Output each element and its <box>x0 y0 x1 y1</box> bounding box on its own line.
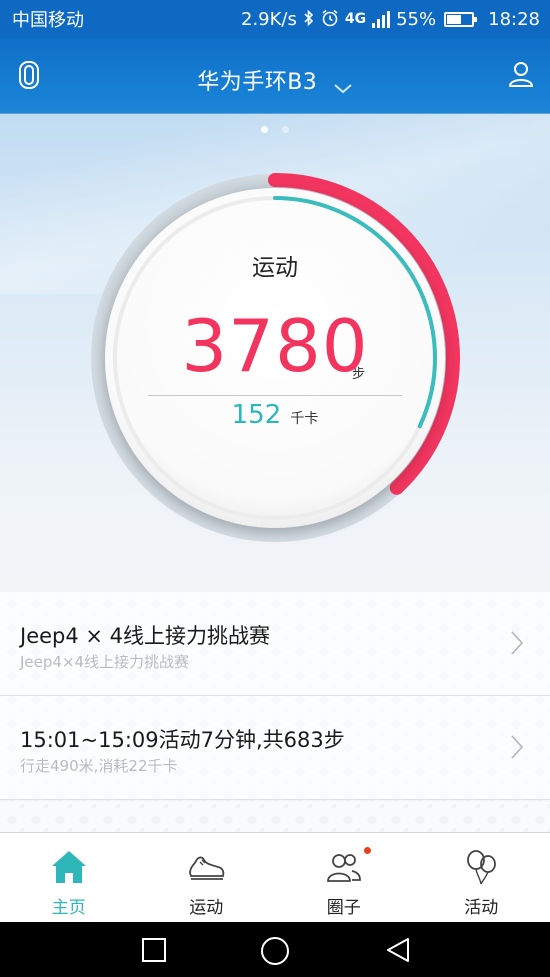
activity-summary[interactable]: 运动 3780 步 152 千卡 <box>0 114 550 592</box>
steps-unit: 步 <box>352 367 366 382</box>
list-item-activity[interactable]: 15:01~15:09活动7分钟,共683步 行走490米,消耗22千卡 <box>0 696 550 800</box>
bottom-nav: 主页 运动 圈子 活动 <box>0 832 550 922</box>
gauge-divider <box>148 395 402 396</box>
alarm-icon <box>321 9 339 30</box>
carrier-label: 中国移动 <box>12 10 84 31</box>
nav-item-events[interactable]: 活动 <box>413 833 550 922</box>
feed-list: Jeep4 × 4线上接力挑战赛 Jeep4×4线上接力挑战赛 15:01~15… <box>0 592 550 832</box>
list-item-partial[interactable] <box>0 802 550 832</box>
calorie-readout: 152 千卡 <box>0 402 550 428</box>
chevron-right-icon <box>510 734 524 760</box>
app-header: 华为手环B3 <box>0 38 550 114</box>
list-item-title: Jeep4 × 4线上接力挑战赛 <box>20 624 271 648</box>
calorie-unit: 千卡 <box>290 411 319 427</box>
list-item-subtitle: 行走490米,消耗22千卡 <box>20 757 178 775</box>
steps-value: 3780 <box>181 304 369 388</box>
balloons-icon <box>461 847 501 887</box>
people-icon <box>324 847 364 887</box>
clock: 18:28 <box>488 8 540 30</box>
list-item-subtitle: Jeep4×4线上接力挑战赛 <box>20 653 190 671</box>
list-item-title: 15:01~15:09活动7分钟,共683步 <box>20 728 345 752</box>
notification-badge <box>363 847 371 854</box>
gauge-title: 运动 <box>252 255 298 281</box>
recent-apps-icon[interactable] <box>140 936 168 964</box>
chevron-down-icon <box>333 76 353 94</box>
system-nav-bar <box>0 922 550 977</box>
nav-label: 主页 <box>51 898 86 918</box>
nav-item-home[interactable]: 主页 <box>0 833 138 922</box>
signal-icon <box>372 10 391 28</box>
nav-label: 运动 <box>189 898 224 918</box>
steps-readout: 3780 步 <box>0 310 550 382</box>
user-icon[interactable] <box>508 60 534 88</box>
list-item-challenge[interactable]: Jeep4 × 4线上接力挑战赛 Jeep4×4线上接力挑战赛 <box>0 592 550 696</box>
network-type: 4G <box>344 11 367 27</box>
battery-percent: 55% <box>396 8 437 30</box>
bluetooth-icon <box>303 9 315 30</box>
status-bar: 中国移动 2.9K/s 4G 55% 18:28 <box>0 0 550 38</box>
status-indicators: 2.9K/s 4G 55% 18:28 <box>241 9 540 30</box>
battery-icon <box>444 11 478 27</box>
home-button-icon[interactable] <box>260 936 289 965</box>
device-name: 华为手环B3 <box>197 70 318 95</box>
network-speed: 2.9K/s <box>241 8 297 30</box>
home-icon <box>49 847 89 887</box>
nav-item-exercise[interactable]: 运动 <box>138 833 276 922</box>
chevron-right-icon <box>510 630 524 656</box>
shoe-icon <box>186 847 226 887</box>
nav-label: 活动 <box>464 898 499 918</box>
nav-item-circle[interactable]: 圈子 <box>275 833 413 922</box>
nav-label: 圈子 <box>326 898 361 918</box>
device-selector[interactable]: 华为手环B3 <box>0 64 550 96</box>
back-icon[interactable] <box>384 936 412 964</box>
calorie-value: 152 <box>231 400 282 430</box>
